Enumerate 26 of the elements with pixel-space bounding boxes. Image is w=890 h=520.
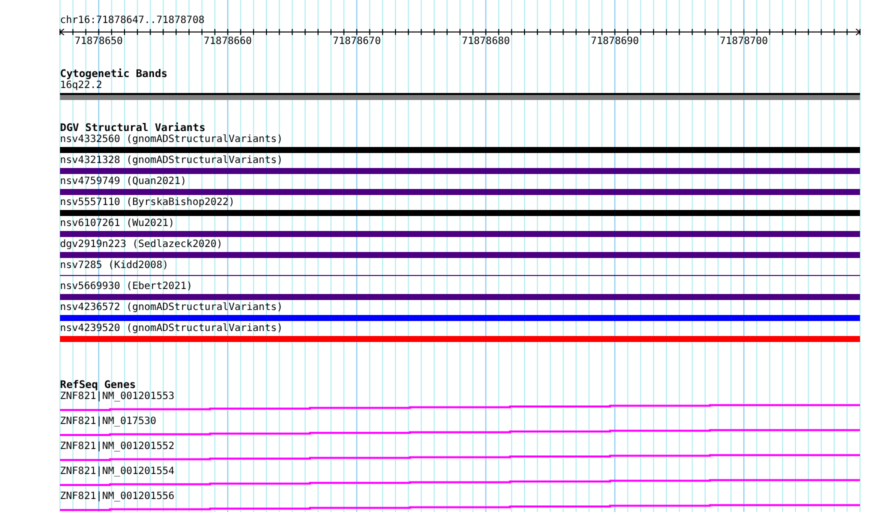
gene-label: ZNF821|NM_017530	[60, 416, 156, 428]
gene-label: ZNF821|NM_001201553	[60, 391, 174, 403]
track-title: DGV Structural Variants	[60, 122, 206, 134]
ruler-label: 71878700	[720, 36, 768, 47]
variant-label: nsv4321328 (gnomADStructuralVariants)	[60, 155, 283, 167]
variant-label: nsv4239520 (gnomADStructuralVariants)	[60, 323, 283, 335]
variant-label: nsv4332560 (gnomADStructuralVariants)	[60, 134, 283, 146]
variant-label: nsv5557110 (ByrskaBishop2022)	[60, 197, 235, 209]
region-title: chr16:71878647..71878708	[60, 15, 204, 27]
track-title: Cytogenetic Bands	[60, 68, 168, 80]
band-label: 16q22.2	[60, 80, 102, 92]
ruler-label: 71878690	[590, 36, 639, 47]
ruler-label: 71878680	[462, 36, 510, 47]
ruler-label: 71878670	[332, 36, 381, 47]
variant-label: dgv2919n223 (Sedlazeck2020)	[60, 239, 223, 251]
variant-label: nsv6107261 (Wu2021)	[60, 218, 174, 230]
variant-label: nsv4759749 (Quan2021)	[60, 176, 186, 188]
variant-label: nsv7285 (Kidd2008)	[60, 260, 168, 272]
gene-label: ZNF821|NM_001201554	[60, 466, 174, 478]
variant-label: nsv4236572 (gnomADStructuralVariants)	[60, 302, 283, 314]
track-title: RefSeq Genes	[60, 379, 136, 391]
ruler-label: 71878660	[204, 36, 252, 47]
variant-label: nsv5669930 (Ebert2021)	[60, 281, 192, 293]
gene-label: ZNF821|NM_001201556	[60, 491, 174, 503]
ruler-label: 71878650	[74, 36, 123, 47]
gene-label: ZNF821|NM_001201552	[60, 441, 174, 453]
